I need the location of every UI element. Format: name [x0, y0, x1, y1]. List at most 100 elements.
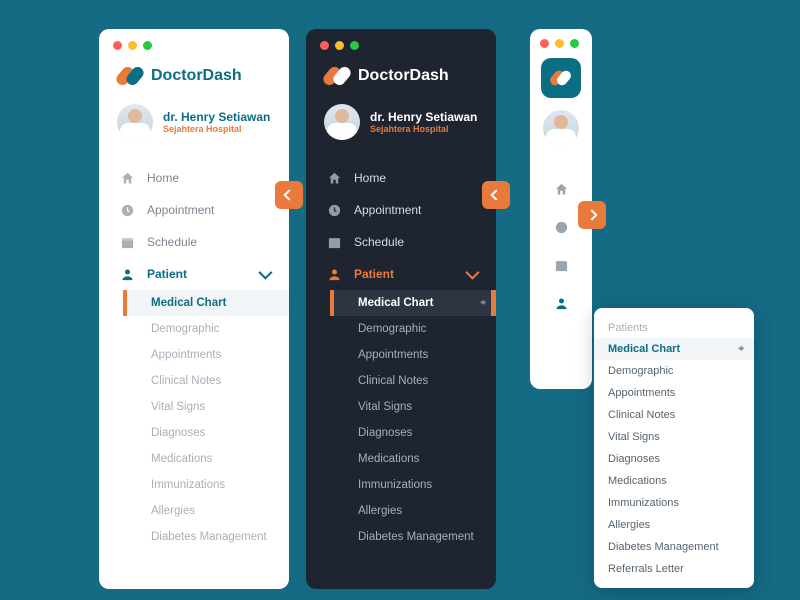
cursor-icon: ⌖: [480, 298, 486, 309]
close-dot[interactable]: [113, 41, 122, 50]
nav-item-appointment[interactable]: Appointment: [99, 194, 289, 226]
fly-item-appointments[interactable]: Appointments: [594, 382, 754, 404]
nav-icon-schedule[interactable]: [544, 248, 578, 282]
nav-item-schedule[interactable]: Schedule: [99, 226, 289, 258]
sub-item-allergies[interactable]: Allergies: [330, 498, 496, 524]
avatar: [324, 104, 360, 140]
home-icon: [119, 170, 135, 186]
fly-item-medical-chart[interactable]: Medical Chart⌖: [594, 338, 754, 360]
sub-item-diagnoses[interactable]: Diagnoses: [123, 420, 289, 446]
sub-item-appointments[interactable]: Appointments: [123, 342, 289, 368]
sub-item-diabetes[interactable]: Diabetes Management: [330, 524, 496, 550]
sub-item-allergies[interactable]: Allergies: [123, 498, 289, 524]
profile[interactable]: dr. Henry Setiawan Sejahtera Hospital: [306, 100, 496, 158]
sub-item-appointments[interactable]: Appointments: [330, 342, 496, 368]
fly-item-demographic[interactable]: Demographic: [594, 360, 754, 382]
window-controls: [306, 29, 496, 62]
patient-submenu: Medical Chart Demographic Appointments C…: [99, 290, 289, 550]
sub-item-diagnoses[interactable]: Diagnoses: [330, 420, 496, 446]
window-controls: [530, 29, 592, 54]
sub-item-vital-signs[interactable]: Vital Signs: [330, 394, 496, 420]
sub-item-clinical-notes[interactable]: Clinical Notes: [123, 368, 289, 394]
nav-item-patient[interactable]: Patient: [99, 258, 289, 290]
person-icon: [119, 266, 135, 282]
brand-name: DoctorDash: [358, 67, 449, 85]
maximize-dot[interactable]: [570, 39, 579, 48]
minimize-dot[interactable]: [128, 41, 137, 50]
nav-item-patient[interactable]: Patient: [306, 258, 496, 290]
collapse-button[interactable]: [275, 181, 303, 209]
sidebar-light: DoctorDash dr. Henry Setiawan Sejahtera …: [99, 29, 289, 589]
clock-icon: [119, 202, 135, 218]
fly-item-vital-signs[interactable]: Vital Signs: [594, 426, 754, 448]
minimize-dot[interactable]: [335, 41, 344, 50]
close-dot[interactable]: [320, 41, 329, 50]
profile-name: dr. Henry Setiawan: [370, 110, 477, 124]
profile[interactable]: dr. Henry Setiawan Sejahtera Hospital: [99, 100, 289, 158]
sub-item-immunizations[interactable]: Immunizations: [123, 472, 289, 498]
brand: DoctorDash: [99, 62, 289, 100]
nav-item-schedule[interactable]: Schedule: [306, 226, 496, 258]
sub-item-medications[interactable]: Medications: [123, 446, 289, 472]
sub-item-immunizations[interactable]: Immunizations: [330, 472, 496, 498]
sub-item-diabetes[interactable]: Diabetes Management: [123, 524, 289, 550]
fly-item-immunizations[interactable]: Immunizations: [594, 492, 754, 514]
logo-collapsed: [541, 58, 581, 98]
nav-icon-home[interactable]: [544, 172, 578, 206]
sub-item-demographic[interactable]: Demographic: [123, 316, 289, 342]
nav-label: Schedule: [147, 235, 197, 249]
sub-item-demographic[interactable]: Demographic: [330, 316, 496, 342]
window-controls: [99, 29, 289, 62]
nav-label: Home: [147, 171, 179, 185]
fly-item-medications[interactable]: Medications: [594, 470, 754, 492]
logo-icon: [324, 66, 350, 86]
chevron-right-icon: [586, 209, 597, 220]
sub-item-medications[interactable]: Medications: [330, 446, 496, 472]
nav-label: Appointment: [354, 203, 421, 217]
fly-item-allergies[interactable]: Allergies: [594, 514, 754, 536]
sub-item-medical-chart[interactable]: Medical Chart⌖: [330, 290, 496, 316]
expand-button[interactable]: [578, 201, 606, 229]
avatar[interactable]: [543, 110, 579, 146]
maximize-dot[interactable]: [143, 41, 152, 50]
nav-label: Patient: [147, 267, 187, 281]
nav: Home Appointment Schedule Patient Medica…: [99, 158, 289, 554]
nav: Home Appointment Schedule Patient Medica…: [306, 158, 496, 554]
sub-item-clinical-notes[interactable]: Clinical Notes: [330, 368, 496, 394]
nav-item-home[interactable]: Home: [99, 162, 289, 194]
sidebar-dark: DoctorDash dr. Henry Setiawan Sejahtera …: [306, 29, 496, 589]
chevron-left-icon: [283, 189, 294, 200]
avatar: [117, 104, 153, 140]
nav-collapsed: [530, 164, 592, 320]
logo-icon: [550, 70, 572, 86]
nav-icon-patient[interactable]: [544, 286, 578, 320]
chevron-down-icon: [465, 266, 479, 280]
nav-label: Schedule: [354, 235, 404, 249]
minimize-dot[interactable]: [555, 39, 564, 48]
nav-item-appointment[interactable]: Appointment: [306, 194, 496, 226]
clock-icon: [326, 202, 342, 218]
sub-item-vital-signs[interactable]: Vital Signs: [123, 394, 289, 420]
collapse-button[interactable]: [482, 181, 510, 209]
calendar-icon: [119, 234, 135, 250]
person-icon: [326, 266, 342, 282]
fly-item-diabetes[interactable]: Diabetes Management: [594, 536, 754, 558]
profile-name: dr. Henry Setiawan: [163, 110, 270, 124]
profile-hospital: Sejahtera Hospital: [370, 124, 477, 134]
nav-label: Appointment: [147, 203, 214, 217]
nav-icon-appointment[interactable]: [544, 210, 578, 244]
chevron-left-icon: [490, 189, 501, 200]
sub-item-medical-chart[interactable]: Medical Chart: [123, 290, 289, 316]
close-dot[interactable]: [540, 39, 549, 48]
fly-item-referrals[interactable]: Referrals Letter: [594, 558, 754, 580]
fly-item-diagnoses[interactable]: Diagnoses: [594, 448, 754, 470]
nav-item-home[interactable]: Home: [306, 162, 496, 194]
patient-submenu: Medical Chart⌖ Demographic Appointments …: [306, 290, 496, 550]
logo-icon: [117, 66, 143, 86]
calendar-icon: [326, 234, 342, 250]
nav-label: Patient: [354, 267, 394, 281]
maximize-dot[interactable]: [350, 41, 359, 50]
cursor-icon: ⌖: [738, 344, 744, 355]
home-icon: [326, 170, 342, 186]
fly-item-clinical-notes[interactable]: Clinical Notes: [594, 404, 754, 426]
